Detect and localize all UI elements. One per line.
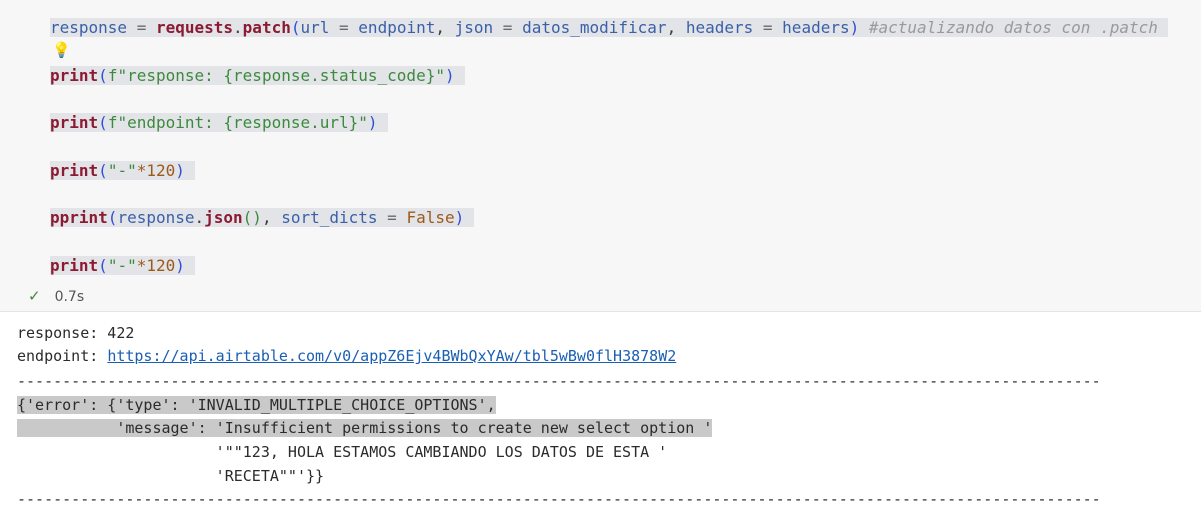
code-token: ) <box>444 66 455 85</box>
code-token: sort_dicts <box>281 208 378 227</box>
code-token: datos_modificar <box>522 18 667 37</box>
code-token: print <box>50 66 99 85</box>
execution-status: ✓ 0.7s <box>28 286 84 306</box>
endpoint-link[interactable]: https://api.airtable.com/v0/appZ6Ejv4BWb… <box>107 347 676 365</box>
code-token: ( <box>98 256 108 275</box>
code-token: = <box>329 18 359 37</box>
output-error-line-3: '""123, HOLA ESTAMOS CAMBIANDO LOS DATOS… <box>17 443 668 461</box>
code-token: "-" <box>107 161 137 180</box>
code-token: print <box>50 161 99 180</box>
code-token: , <box>666 18 686 37</box>
code-token: "-" <box>107 256 137 275</box>
code-token: headers <box>685 18 754 37</box>
code-token: json <box>454 18 494 37</box>
output-separator: ----------------------------------------… <box>17 372 1101 390</box>
code-token: json <box>204 208 243 227</box>
output-endpoint-line: endpoint: https://api.airtable.com/v0/ap… <box>17 345 676 367</box>
code-token: pprint <box>50 208 108 227</box>
code-token: , <box>435 18 455 37</box>
code-token: ( <box>98 161 108 180</box>
code-line-2[interactable]: print(f"response: {response.status_code}… <box>50 66 465 86</box>
code-token: = <box>753 18 783 37</box>
code-line-1[interactable]: response = requests.patch(url = endpoint… <box>50 18 1168 38</box>
code-token: ( <box>107 208 118 227</box>
code-token: ) <box>175 161 185 180</box>
code-token: patch <box>242 18 291 37</box>
code-token: () <box>242 208 262 227</box>
code-token: response <box>117 208 195 227</box>
error-text: {'error': {'type': 'INVALID_MULTIPLE_CHO… <box>17 396 496 414</box>
endpoint-label: endpoint: <box>17 347 108 365</box>
output-response-line: response: 422 <box>17 324 135 342</box>
code-token: print <box>50 113 99 132</box>
code-token: ) <box>175 256 185 275</box>
code-token: , <box>261 208 282 227</box>
code-line-5[interactable]: pprint(response.json(), sort_dicts = Fal… <box>50 208 475 228</box>
execution-time: 0.7s <box>54 289 85 305</box>
code-token: ( <box>98 113 108 132</box>
lightbulb-icon[interactable]: 💡 <box>52 40 71 60</box>
code-token: = <box>493 18 523 37</box>
code-line-4[interactable]: print("-"*120) <box>50 161 195 181</box>
code-token: = <box>377 208 407 227</box>
code-token: endpoint <box>358 18 436 37</box>
code-token: url <box>300 18 330 37</box>
code-token: . <box>194 208 205 227</box>
output-separator-2: ----------------------------------------… <box>17 490 1101 508</box>
error-text: 'message': 'Insufficient permissions to … <box>17 419 713 437</box>
code-token: ) <box>367 113 378 132</box>
code-line-6[interactable]: print("-"*120) <box>50 256 195 276</box>
code-token: False <box>406 208 455 227</box>
code-token: ) <box>849 18 860 37</box>
output-error-line-4: 'RECETA""'}} <box>17 467 325 485</box>
code-token: requests <box>155 18 234 37</box>
output-error-line-2: 'message': 'Insufficient permissions to … <box>17 417 713 439</box>
code-token: headers <box>782 18 850 37</box>
check-icon: ✓ <box>28 287 41 305</box>
code-token: . <box>233 18 243 37</box>
code-token: print <box>50 256 99 275</box>
code-cell[interactable]: response = requests.patch(url = endpoint… <box>0 0 1201 312</box>
code-line-3[interactable]: print(f"endpoint: {response.url}") <box>50 113 388 133</box>
code-token: *120 <box>136 161 176 180</box>
code-token: f"endpoint: {response.url}" <box>107 113 368 132</box>
code-token: = <box>127 18 156 37</box>
code-token: ) <box>454 208 465 227</box>
code-token: ( <box>98 66 108 85</box>
code-comment: #actualizando datos con .patch <box>859 18 1158 37</box>
output-error-line-1: {'error': {'type': 'INVALID_MULTIPLE_CHO… <box>17 394 496 416</box>
code-token: *120 <box>136 256 176 275</box>
code-token: f"response: {response.status_code}" <box>107 66 445 85</box>
code-token: response <box>50 18 128 37</box>
